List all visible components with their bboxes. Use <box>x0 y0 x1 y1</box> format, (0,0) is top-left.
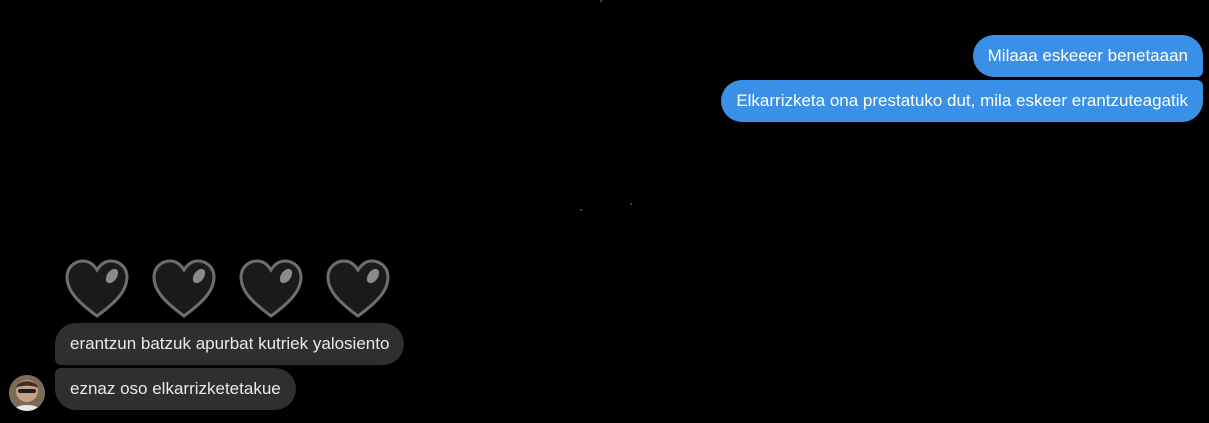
incoming-message[interactable]: eznaz oso elkarrizketetakue <box>55 368 296 410</box>
avatar-photo <box>9 375 45 411</box>
outgoing-message[interactable]: Elkarrizketa ona prestatuko dut, mila es… <box>721 80 1203 122</box>
outgoing-message[interactable]: Milaaa eskeeer benetaaan <box>972 35 1203 77</box>
contact-avatar[interactable] <box>9 375 45 411</box>
incoming-message[interactable]: erantzun batzuk apurbat kutriek yalosien… <box>55 323 405 365</box>
artifact-dot <box>630 203 632 205</box>
artifact-dot <box>580 209 582 211</box>
chat-thread: Milaaa eskeeer benetaaan Elkarrizketa on… <box>0 0 1209 423</box>
black-heart-icon <box>65 259 129 318</box>
artifact-dot <box>600 0 602 2</box>
black-heart-icon <box>152 259 216 318</box>
black-heart-icon <box>326 259 390 318</box>
heart-emoji-row[interactable] <box>64 258 391 320</box>
black-heart-icon <box>239 259 303 318</box>
